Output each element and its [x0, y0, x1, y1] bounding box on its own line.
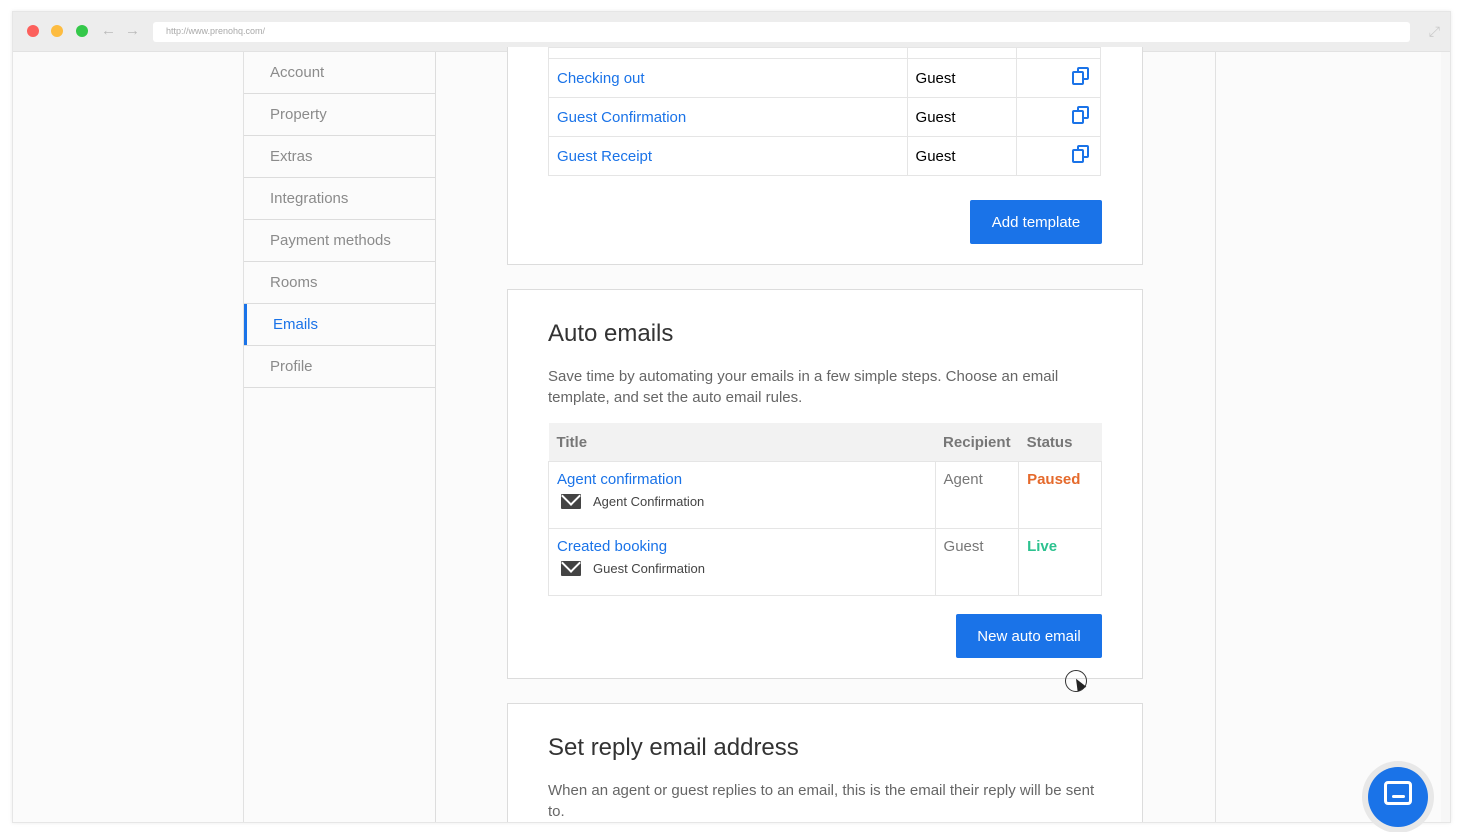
- template-name: Guest Confirmation: [593, 561, 705, 576]
- sidebar-item-emails[interactable]: Emails: [244, 304, 435, 346]
- scrollbar[interactable]: [1441, 52, 1450, 822]
- table-row: Created booking Guest Confirmation Guest…: [548, 528, 1102, 596]
- auto-email-recipient: Guest: [934, 528, 1020, 596]
- template-recipient: Guest: [906, 58, 1018, 98]
- sidebar-item-rooms[interactable]: Rooms: [244, 262, 435, 304]
- forward-arrow-icon[interactable]: →: [125, 22, 140, 40]
- sidebar-item-label: Account: [270, 64, 325, 81]
- section-title: Set reply email address: [548, 734, 799, 761]
- templates-table: Checking out Guest Guest Confirmation Gu…: [548, 47, 1101, 176]
- back-arrow-icon[interactable]: ←: [101, 22, 116, 40]
- table-row: [548, 47, 1101, 59]
- template-link[interactable]: Guest Confirmation: [557, 109, 686, 126]
- new-auto-email-button[interactable]: New auto email: [956, 614, 1102, 658]
- column-header-title: Title: [548, 423, 936, 462]
- sidebar-item-label: Payment methods: [270, 232, 391, 249]
- browser-toolbar: ← → http://www.prenohq.com/ ⤢: [13, 12, 1450, 52]
- page-viewport: Account Property Extras Integrations Pay…: [13, 47, 1450, 822]
- section-title: Auto emails: [548, 320, 674, 347]
- sidebar-item-payment-methods[interactable]: Payment methods: [244, 220, 435, 262]
- sidebar-item-extras[interactable]: Extras: [244, 136, 435, 178]
- add-template-button[interactable]: Add template: [970, 200, 1102, 244]
- email-templates-card: Checking out Guest Guest Confirmation Gu…: [507, 47, 1143, 265]
- template-link[interactable]: Guest Receipt: [557, 148, 652, 165]
- copy-icon[interactable]: [1072, 106, 1090, 124]
- auto-email-link[interactable]: Agent confirmation: [557, 471, 682, 488]
- mail-icon: [561, 561, 581, 576]
- minimize-window-button[interactable]: [51, 25, 63, 37]
- template-name: Agent Confirmation: [593, 494, 705, 509]
- sidebar-item-integrations[interactable]: Integrations: [244, 178, 435, 220]
- section-description: When an agent or guest replies to an ema…: [548, 782, 1095, 820]
- section-description: Save time by automating your emails in a…: [548, 368, 1059, 406]
- reply-email-card: Set reply email address When an agent or…: [507, 703, 1143, 822]
- sidebar-item-property[interactable]: Property: [244, 94, 435, 136]
- table-row: Guest Confirmation Guest: [548, 97, 1101, 137]
- template-recipient: Guest: [906, 97, 1018, 137]
- template-recipient: Guest: [906, 136, 1018, 176]
- table-row: Agent confirmation Agent Confirmation Ag…: [548, 461, 1102, 529]
- close-window-button[interactable]: [27, 25, 39, 37]
- column-header-status: Status: [1018, 423, 1102, 462]
- sidebar-item-account[interactable]: Account: [244, 52, 435, 94]
- sidebar-item-label: Extras: [270, 148, 313, 165]
- table-row: Checking out Guest: [548, 58, 1101, 98]
- sidebar-item-label: Integrations: [270, 190, 349, 207]
- auto-emails-card: Auto emails Save time by automating your…: [507, 289, 1143, 679]
- sidebar-item-label: Rooms: [270, 274, 318, 291]
- fullscreen-icon[interactable]: ⤢: [1429, 22, 1440, 40]
- settings-sidebar: Account Property Extras Integrations Pay…: [244, 52, 436, 822]
- browser-window: ← → http://www.prenohq.com/ ⤢ Account Pr…: [12, 11, 1451, 823]
- template-reference: Agent Confirmation: [557, 494, 927, 509]
- status-badge: Paused: [1018, 461, 1102, 529]
- auto-emails-table: Title Recipient Status Agent confirmatio…: [548, 423, 1102, 596]
- copy-icon[interactable]: [1072, 145, 1090, 163]
- table-row: Guest Receipt Guest: [548, 136, 1101, 176]
- copy-icon[interactable]: [1072, 67, 1090, 85]
- sidebar-item-profile[interactable]: Profile: [244, 346, 435, 388]
- sidebar-item-label: Property: [270, 106, 327, 123]
- settings-page: Account Property Extras Integrations Pay…: [243, 47, 1216, 822]
- template-reference: Guest Confirmation: [557, 561, 927, 576]
- address-bar[interactable]: http://www.prenohq.com/: [153, 22, 1410, 42]
- sidebar-item-label: Emails: [273, 316, 319, 333]
- template-link[interactable]: Checking out: [557, 70, 645, 87]
- maximize-window-button[interactable]: [76, 25, 88, 37]
- auto-email-link[interactable]: Created booking: [557, 538, 667, 555]
- column-header-recipient: Recipient: [935, 423, 1019, 462]
- chat-launcher-button[interactable]: [1368, 767, 1428, 827]
- status-badge: Live: [1018, 528, 1102, 596]
- chat-icon: [1384, 781, 1412, 805]
- sidebar-item-label: Profile: [270, 358, 313, 375]
- address-bar-url: http://www.prenohq.com/: [166, 26, 266, 36]
- table-header-row: Title Recipient Status: [548, 423, 1102, 462]
- auto-email-recipient: Agent: [934, 461, 1020, 529]
- mail-icon: [561, 494, 581, 509]
